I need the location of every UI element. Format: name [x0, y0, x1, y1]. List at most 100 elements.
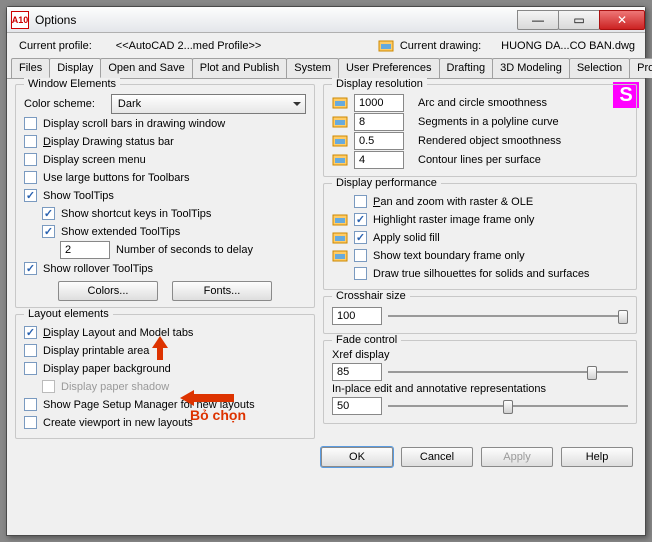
- color-scheme-select[interactable]: Dark: [111, 94, 306, 114]
- tab-profiles[interactable]: Profiles: [629, 58, 652, 78]
- lbl-contour: Contour lines per surface: [418, 154, 541, 166]
- lbl-layout-model: Display Layout and Model tabs: [43, 327, 193, 339]
- current-profile-label: Current profile:: [19, 40, 92, 52]
- tab-drafting[interactable]: Drafting: [439, 58, 494, 78]
- lbl-viewport: Create viewport in new layouts: [43, 417, 193, 429]
- help-button[interactable]: Help: [561, 447, 633, 467]
- lbl-drawing-status: Display Drawing status bar: [43, 136, 174, 148]
- lbl-printable: Display printable area: [43, 345, 149, 357]
- tab-display[interactable]: Display: [49, 58, 101, 78]
- slider-crosshair[interactable]: [388, 306, 628, 326]
- dwg-icon: [332, 231, 348, 245]
- group-layout-elements: Layout elements Display Layout and Model…: [15, 314, 315, 439]
- lbl-paper-bg: Display paper background: [43, 363, 171, 375]
- chk-screen-menu[interactable]: [24, 153, 37, 166]
- lbl-seconds-delay: Number of seconds to delay: [116, 244, 253, 256]
- dwg-icon: [332, 213, 348, 227]
- input-seconds-delay[interactable]: 2: [60, 241, 110, 259]
- lbl-screen-menu: Display screen menu: [43, 154, 146, 166]
- lbl-large-buttons: Use large buttons for Toolbars: [43, 172, 190, 184]
- group-display-resolution: Display resolution 1000Arc and circle sm…: [323, 84, 637, 177]
- chk-extended-tooltips[interactable]: [42, 225, 55, 238]
- group-title-layout-elements: Layout elements: [24, 308, 113, 320]
- slider-inplace[interactable]: [388, 396, 628, 416]
- dwg-icon: [332, 115, 348, 129]
- chk-page-setup[interactable]: [24, 398, 37, 411]
- tab-open-save[interactable]: Open and Save: [100, 58, 192, 78]
- group-window-elements: Window Elements Color scheme: Dark Displ…: [15, 84, 315, 308]
- tab-files[interactable]: Files: [11, 58, 50, 78]
- group-title-crosshair: Crosshair size: [332, 290, 410, 302]
- chk-printable[interactable]: [24, 344, 37, 357]
- minimize-button[interactable]: —: [517, 10, 559, 30]
- lbl-segments: Segments in a polyline curve: [418, 116, 559, 128]
- tab-user-prefs[interactable]: User Preferences: [338, 58, 440, 78]
- lbl-rendered: Rendered object smoothness: [418, 135, 561, 147]
- slider-xref[interactable]: [388, 362, 628, 382]
- lbl-text-boundary: Show text boundary frame only: [373, 250, 525, 262]
- drawing-icon: [378, 39, 394, 53]
- app-icon: A10: [11, 11, 29, 29]
- group-title-window-elements: Window Elements: [24, 78, 120, 90]
- tab-system[interactable]: System: [286, 58, 339, 78]
- group-crosshair: Crosshair size 100: [323, 296, 637, 334]
- input-xref[interactable]: 85: [332, 363, 382, 381]
- chk-paper-bg[interactable]: [24, 362, 37, 375]
- current-profile-value: <<AutoCAD 2...med Profile>>: [116, 40, 262, 52]
- group-fade: Fade control Xref display 85 In-place ed…: [323, 340, 637, 424]
- chk-viewport[interactable]: [24, 416, 37, 429]
- input-contour[interactable]: 4: [354, 151, 404, 169]
- lbl-rollover: Show rollover ToolTips: [43, 263, 153, 275]
- chk-pan-zoom[interactable]: [354, 195, 367, 208]
- chk-large-buttons[interactable]: [24, 171, 37, 184]
- chk-layout-model[interactable]: [24, 326, 37, 339]
- chk-drawing-status[interactable]: [24, 135, 37, 148]
- chk-rollover[interactable]: [24, 262, 37, 275]
- chk-paper-shadow: [42, 380, 55, 393]
- window-title: Options: [35, 13, 518, 27]
- input-segments[interactable]: 8: [354, 113, 404, 131]
- lbl-tooltips: Show ToolTips: [43, 190, 114, 202]
- input-arc-smoothness[interactable]: 1000: [354, 94, 404, 112]
- lbl-extended-tooltips: Show extended ToolTips: [61, 226, 180, 238]
- chk-true-silhouettes[interactable]: [354, 267, 367, 280]
- close-button[interactable]: ✕: [599, 10, 645, 30]
- lbl-pan-zoom: Pan and zoom with raster & OLE: [373, 196, 533, 208]
- chk-solid-fill[interactable]: [354, 231, 367, 244]
- dwg-icon: [332, 249, 348, 263]
- chk-highlight-raster[interactable]: [354, 213, 367, 226]
- chk-scroll-bars[interactable]: [24, 117, 37, 130]
- group-title-display-resolution: Display resolution: [332, 78, 427, 90]
- tab-plot-publish[interactable]: Plot and Publish: [192, 58, 288, 78]
- tab-selection[interactable]: Selection: [569, 58, 630, 78]
- current-drawing-value: HUONG DA...CO BAN.dwg: [501, 40, 635, 52]
- lbl-inplace: In-place edit and annotative representat…: [332, 383, 628, 395]
- input-crosshair[interactable]: 100: [332, 307, 382, 325]
- colors-button[interactable]: Colors...: [58, 281, 158, 301]
- color-scheme-label: Color scheme:: [24, 98, 95, 110]
- group-display-performance: Display performance Pan and zoom with ra…: [323, 183, 637, 290]
- group-title-display-performance: Display performance: [332, 177, 441, 189]
- lbl-true-silhouettes: Draw true silhouettes for solids and sur…: [373, 268, 589, 280]
- chk-tooltips[interactable]: [24, 189, 37, 202]
- ok-button[interactable]: OK: [321, 447, 393, 467]
- lbl-page-setup: Show Page Setup Manager for new layouts: [43, 399, 255, 411]
- maximize-button[interactable]: ▭: [558, 10, 600, 30]
- fonts-button[interactable]: Fonts...: [172, 281, 272, 301]
- lbl-arc-smoothness: Arc and circle smoothness: [418, 97, 547, 109]
- input-inplace[interactable]: 50: [332, 397, 382, 415]
- input-rendered[interactable]: 0.5: [354, 132, 404, 150]
- titlebar[interactable]: A10 Options — ▭ ✕: [7, 7, 645, 33]
- lbl-highlight-raster: Highlight raster image frame only: [373, 214, 534, 226]
- group-title-fade: Fade control: [332, 334, 401, 346]
- tab-3d-modeling[interactable]: 3D Modeling: [492, 58, 570, 78]
- cancel-button[interactable]: Cancel: [401, 447, 473, 467]
- lbl-xref: Xref display: [332, 349, 628, 361]
- lbl-paper-shadow: Display paper shadow: [61, 381, 169, 393]
- chk-text-boundary[interactable]: [354, 249, 367, 262]
- chk-shortcut-keys[interactable]: [42, 207, 55, 220]
- current-drawing-label: Current drawing:: [400, 40, 481, 52]
- lbl-scroll-bars: Display scroll bars in drawing window: [43, 118, 225, 130]
- apply-button[interactable]: Apply: [481, 447, 553, 467]
- dwg-icon: [332, 96, 348, 110]
